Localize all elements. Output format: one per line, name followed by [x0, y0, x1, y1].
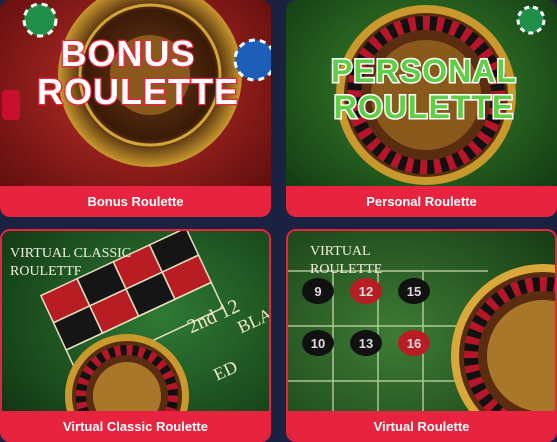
art-title-line-2: ROULETTE: [37, 71, 239, 112]
game-card-virtual-classic-roulette[interactable]: 2nd 12 BLA ED VIRTUAL CLASSIC ROULETTF V…: [0, 229, 271, 442]
table-number: 12: [359, 284, 373, 299]
art-title-line-1: PERSONAL: [331, 53, 517, 89]
virtual-roulette-artwork[interactable]: 9 12 15 10 13 16 VIRTUAL ROULETTE: [288, 231, 555, 440]
art-title-line-2: ROULETTF: [10, 264, 82, 279]
table-number: 16: [407, 336, 421, 351]
game-title-label[interactable]: Bonus Roulette: [0, 186, 271, 217]
game-card-personal-roulette[interactable]: PERSONAL ROULETTE Personal Roulette: [286, 0, 557, 217]
game-title-label[interactable]: Personal Roulette: [286, 186, 557, 217]
table-number: 13: [359, 336, 373, 351]
art-title-line-1: BONUS: [60, 33, 195, 74]
table-number: 9: [314, 284, 321, 299]
game-card-bonus-roulette[interactable]: BONUS ROULETTE Bonus Roulette: [0, 0, 271, 217]
bonus-roulette-artwork[interactable]: BONUS ROULETTE: [0, 0, 271, 217]
game-card-virtual-roulette[interactable]: 9 12 15 10 13 16 VIRTUAL ROULETTE Virtua…: [286, 229, 557, 442]
art-title-line-1: VIRTUAL: [310, 244, 371, 259]
table-number: 15: [407, 284, 421, 299]
art-title-line-1: VIRTUAL CLASSIC: [10, 246, 131, 261]
art-title-line-2: ROULETTE: [310, 262, 382, 277]
game-title-label[interactable]: Virtual Roulette: [288, 411, 555, 440]
personal-roulette-artwork[interactable]: PERSONAL ROULETTE: [286, 0, 557, 217]
game-title-label[interactable]: Virtual Classic Roulette: [2, 411, 269, 440]
art-title-line-2: ROULETTE: [334, 89, 514, 125]
virtual-classic-roulette-artwork[interactable]: 2nd 12 BLA ED VIRTUAL CLASSIC ROULETTF: [2, 231, 269, 440]
table-number: 10: [311, 336, 325, 351]
